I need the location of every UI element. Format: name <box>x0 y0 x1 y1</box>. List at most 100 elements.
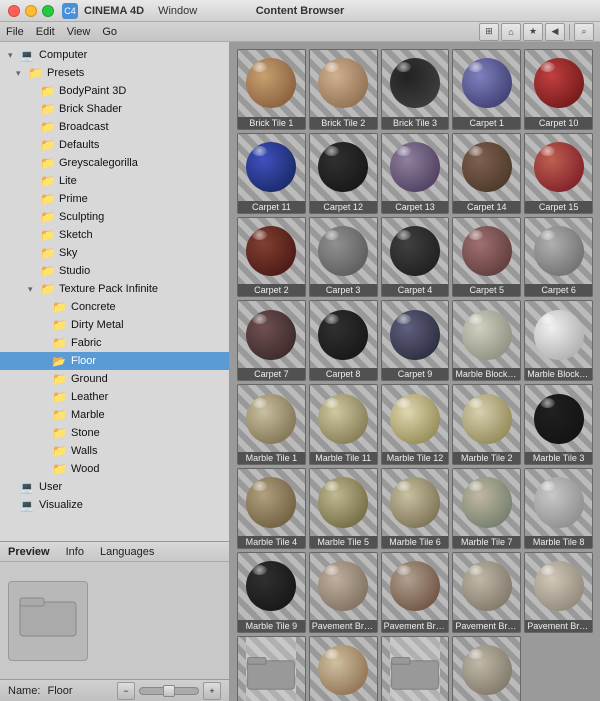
toolbar-search[interactable]: ⌕ <box>574 23 594 41</box>
grid-item-marble-blocks-2[interactable]: Marble Blocks 2 <box>524 300 593 381</box>
sidebar-item-user[interactable]: 💻User <box>0 478 229 496</box>
sphere-pavement-bric-6 <box>318 645 368 695</box>
expander-computer[interactable]: ▾ <box>8 50 18 61</box>
grid-item-pavement-bric-4[interactable]: Pavement Bric... <box>524 552 593 633</box>
grid-item-marble-tile-7[interactable]: Marble Tile 7 <box>452 468 521 549</box>
grid-item-brick-tile-3[interactable]: Brick Tile 3 <box>381 49 450 130</box>
zoom-in-btn[interactable]: + <box>203 682 221 700</box>
sidebar-item-fabric[interactable]: 📁Fabric <box>0 334 229 352</box>
sidebar-item-dirty-metal[interactable]: 📁Dirty Metal <box>0 316 229 334</box>
sidebar-item-walls[interactable]: 📁Walls <box>0 442 229 460</box>
grid-thumb-carpet-12 <box>310 134 377 201</box>
grid-item-marble-tile-4[interactable]: Marble Tile 4 <box>237 468 306 549</box>
sidebar-item-defaults[interactable]: 📁Defaults <box>0 136 229 154</box>
grid-item-marble-tile-11[interactable]: Marble Tile 11 <box>309 384 378 465</box>
grid-item-carpet-15[interactable]: Carpet 15 <box>524 133 593 214</box>
grid-label-marble-tile-1: Marble Tile 1 <box>238 452 305 464</box>
grid-item-carpet-1[interactable]: Carpet 1 <box>452 49 521 130</box>
grid-label-brick-tile-3: Brick Tile 3 <box>382 117 449 129</box>
sidebar-item-texture-pack[interactable]: ▾📁Texture Pack Infinite <box>0 280 229 298</box>
grid-item-pavement-bric-5[interactable]: Pavement Bric... <box>237 636 306 701</box>
sphere-carpet-11 <box>246 142 296 192</box>
title-bar: C4 CINEMA 4D Window Content Browser <box>0 0 600 22</box>
sidebar-item-sky[interactable]: 📁Sky <box>0 244 229 262</box>
sidebar-item-visualize[interactable]: 💻Visualize <box>0 496 229 514</box>
sidebar-item-sculpting[interactable]: 📁Sculpting <box>0 208 229 226</box>
menu-edit[interactable]: Edit <box>36 26 55 38</box>
grid-item-carpet-10[interactable]: Carpet 10 <box>524 49 593 130</box>
menu-go[interactable]: Go <box>102 26 117 38</box>
grid-item-carpet-2[interactable]: Carpet 2 <box>237 217 306 298</box>
grid-item-carpet-3[interactable]: Carpet 3 <box>309 217 378 298</box>
zoom-out-btn[interactable]: − <box>117 682 135 700</box>
minimize-button[interactable] <box>25 5 37 17</box>
grid-panel[interactable]: Brick Tile 1Brick Tile 2Brick Tile 3Carp… <box>230 42 600 701</box>
toolbar-bookmark[interactable]: ★ <box>523 23 543 41</box>
sidebar-item-stone[interactable]: 📁Stone <box>0 424 229 442</box>
grid-item-carpet-13[interactable]: Carpet 13 <box>381 133 450 214</box>
zoom-slider[interactable] <box>139 687 199 695</box>
sidebar-item-greyscalegorilla[interactable]: 📁Greyscalegorilla <box>0 154 229 172</box>
grid-item-marble-tile-8[interactable]: Marble Tile 8 <box>524 468 593 549</box>
sidebar-item-ground[interactable]: 📁Ground <box>0 370 229 388</box>
grid-item-marble-tile-9[interactable]: Marble Tile 9 <box>237 552 306 633</box>
grid-item-marble-tile-1[interactable]: Marble Tile 1 <box>237 384 306 465</box>
close-button[interactable] <box>8 5 20 17</box>
grid-item-carpet-6[interactable]: Carpet 6 <box>524 217 593 298</box>
grid-item-marble-tile-5[interactable]: Marble Tile 5 <box>309 468 378 549</box>
toolbar-grid-view[interactable]: ⊞ <box>479 23 499 41</box>
grid-item-marble-tile-12[interactable]: Marble Tile 12 <box>381 384 450 465</box>
grid-item-marble-tile-3[interactable]: Marble Tile 3 <box>524 384 593 465</box>
sidebar-item-brick-shader[interactable]: 📁Brick Shader <box>0 100 229 118</box>
sidebar-item-studio[interactable]: 📁Studio <box>0 262 229 280</box>
grid-item-pavement-bric-6[interactable]: Pavement Bric... <box>309 636 378 701</box>
sidebar-tree[interactable]: ▾💻Computer▾📁Presets 📁BodyPaint 3D 📁Brick… <box>0 42 229 541</box>
grid-label-marble-tile-7: Marble Tile 7 <box>453 536 520 548</box>
grid-item-pavement-bric-3[interactable]: Pavement Bric... <box>452 552 521 633</box>
grid-item-carpet-14[interactable]: Carpet 14 <box>452 133 521 214</box>
toolbar-back[interactable]: ◀ <box>545 23 565 41</box>
expander-texture-pack[interactable]: ▾ <box>28 284 38 295</box>
menu-file[interactable]: File <box>6 26 24 38</box>
sidebar-item-sketch[interactable]: 📁Sketch <box>0 226 229 244</box>
menu-view[interactable]: View <box>67 26 91 38</box>
grid-item-marble-tile-2[interactable]: Marble Tile 2 <box>452 384 521 465</box>
sidebar-item-marble[interactable]: 📁Marble <box>0 406 229 424</box>
maximize-button[interactable] <box>42 5 54 17</box>
sidebar-item-computer[interactable]: ▾💻Computer <box>0 46 229 64</box>
zoom-slider-thumb[interactable] <box>163 685 175 697</box>
sidebar-item-wood[interactable]: 📁Wood <box>0 460 229 478</box>
tab-languages[interactable]: Languages <box>96 546 158 558</box>
grid-item-carpet-8[interactable]: Carpet 8 <box>309 300 378 381</box>
grid-item-brick-tile-1[interactable]: Brick Tile 1 <box>237 49 306 130</box>
folder-icon-presets: 📁 <box>28 66 42 80</box>
sidebar-item-broadcast[interactable]: 📁Broadcast <box>0 118 229 136</box>
grid-item-carpet-9[interactable]: Carpet 9 <box>381 300 450 381</box>
expander-presets[interactable]: ▾ <box>16 68 26 79</box>
sidebar-item-presets[interactable]: ▾📁Presets <box>0 64 229 82</box>
grid-item-carpet-7[interactable]: Carpet 7 <box>237 300 306 381</box>
grid-item-marble-tile-6[interactable]: Marble Tile 6 <box>381 468 450 549</box>
grid-item-carpet-5[interactable]: Carpet 5 <box>452 217 521 298</box>
sidebar-item-leather[interactable]: 📁Leather <box>0 388 229 406</box>
window-menu[interactable]: Window <box>158 5 197 17</box>
grid-label-pavement-bric-1: Pavement Bric... <box>310 620 377 632</box>
tab-preview[interactable]: Preview <box>4 546 54 558</box>
grid-item-carpet-11[interactable]: Carpet 11 <box>237 133 306 214</box>
grid-item-pavement-bric-1[interactable]: Pavement Bric... <box>309 552 378 633</box>
toolbar-home[interactable]: ⌂ <box>501 23 521 41</box>
sidebar-item-concrete[interactable]: 📁Concrete <box>0 298 229 316</box>
grid-item-pavement-bric-2[interactable]: Pavement Bric... <box>381 552 450 633</box>
sidebar-item-bodypaint[interactable]: 📁BodyPaint 3D <box>0 82 229 100</box>
sidebar-item-floor[interactable]: 📂Floor <box>0 352 229 370</box>
grid-item-brick-tile-2[interactable]: Brick Tile 2 <box>309 49 378 130</box>
sidebar-item-lite[interactable]: 📁Lite <box>0 172 229 190</box>
grid-item-dummy-folder[interactable] <box>381 636 450 701</box>
grid-item-marble-blocks-1[interactable]: Marble Blocks 1 <box>452 300 521 381</box>
sphere-marble-tile-9 <box>246 561 296 611</box>
grid-item-carpet-4[interactable]: Carpet 4 <box>381 217 450 298</box>
grid-item-carpet-12[interactable]: Carpet 12 <box>309 133 378 214</box>
sidebar-item-prime[interactable]: 📁Prime <box>0 190 229 208</box>
tab-info[interactable]: Info <box>62 546 88 558</box>
grid-item-last-sphere[interactable] <box>452 636 521 701</box>
